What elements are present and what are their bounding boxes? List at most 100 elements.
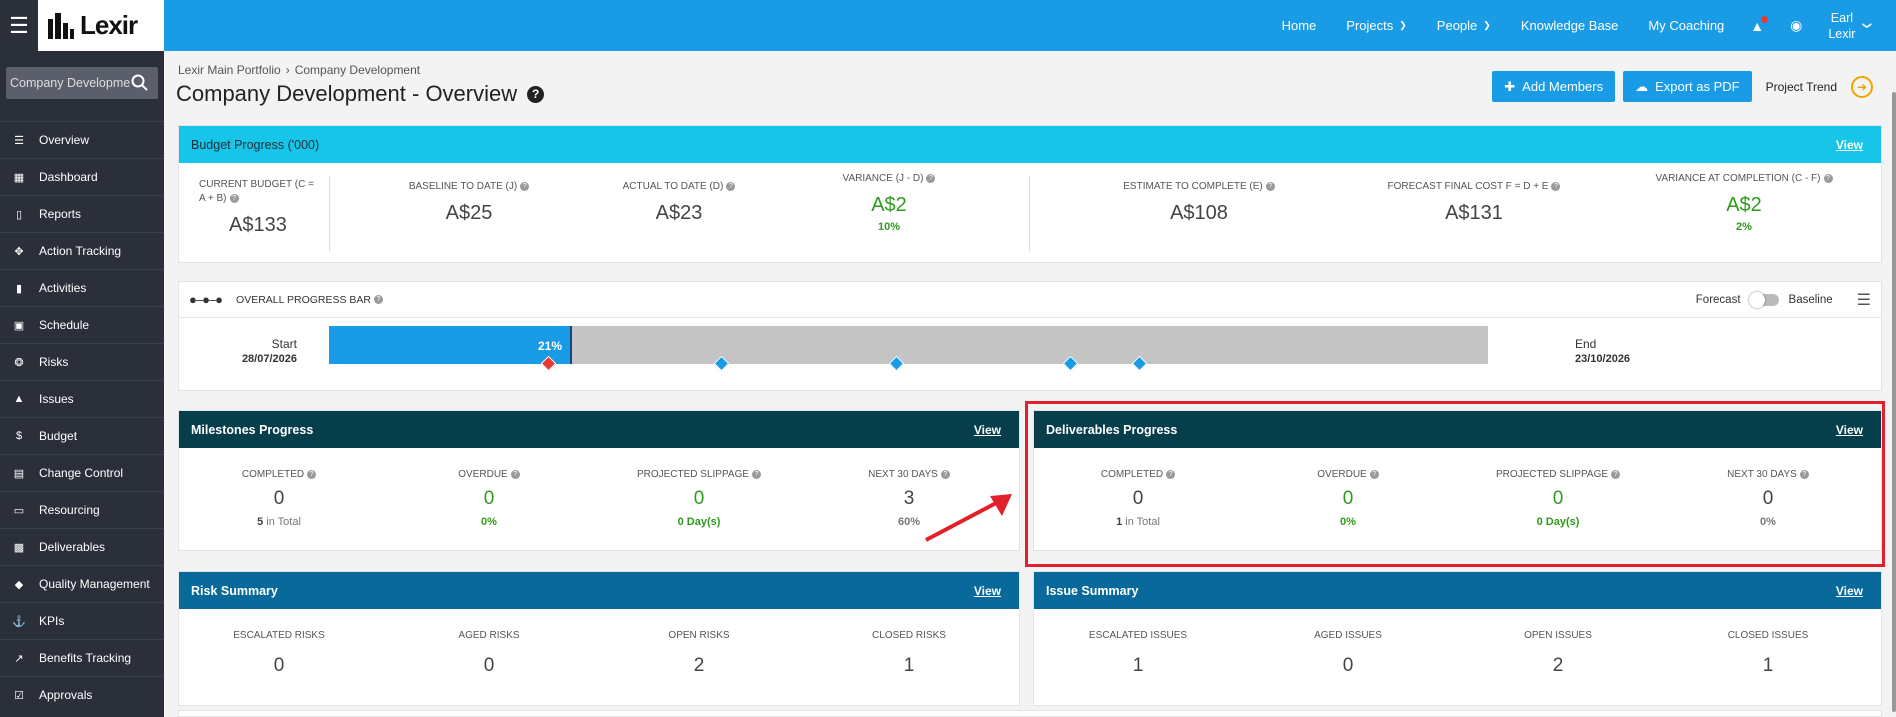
- sidebar-item-kpis[interactable]: ⚓ KPIs: [0, 602, 164, 639]
- building-logo-icon: [48, 12, 74, 39]
- menu-icon[interactable]: ☰: [1857, 290, 1871, 310]
- sidebar-item-schedule[interactable]: ▣ Schedule: [0, 306, 164, 343]
- nav-home-label: Home: [1281, 18, 1317, 33]
- start-label: Start: [271, 337, 297, 351]
- info-icon[interactable]: ?: [940, 470, 950, 479]
- sidebar-item-label: Risks: [39, 355, 69, 369]
- info-icon[interactable]: ?: [726, 182, 736, 191]
- sidebar-item-approvals[interactable]: ☑ Approvals: [0, 676, 164, 713]
- sidebar-item-dashboard[interactable]: ▦ Dashboard: [0, 158, 164, 195]
- nav-people[interactable]: People ❯: [1437, 18, 1491, 33]
- scrollbar[interactable]: [1892, 92, 1896, 712]
- milestones-completed-value: 0: [273, 488, 285, 509]
- info-icon[interactable]: ?: [229, 194, 239, 203]
- current-budget-cell: CURRENT BUDGET (C = A + B)? A$133: [199, 178, 319, 237]
- escalated-risks-label: ESCALATED RISKS: [233, 630, 325, 641]
- forecast-baseline-toggle[interactable]: [1748, 291, 1779, 308]
- project-search-input[interactable]: [6, 76, 130, 90]
- issue-summary-title: Issue Summary: [1046, 583, 1139, 598]
- arrow-right-circle-icon[interactable]: ➜: [1851, 75, 1873, 98]
- divider: [1029, 176, 1030, 252]
- info-icon[interactable]: ?: [307, 470, 317, 479]
- help-icon[interactable]: ?: [527, 85, 545, 103]
- estimate-to-complete-label: ESTIMATE TO COMPLETE (E)?: [1079, 180, 1319, 194]
- risk-view-link[interactable]: View: [974, 584, 1001, 598]
- hamburger-menu-icon[interactable]: ☰: [0, 0, 38, 51]
- sidebar-item-risks[interactable]: ❂ Risks: [0, 343, 164, 380]
- info-icon[interactable]: ?: [926, 174, 936, 183]
- divider: [329, 176, 330, 252]
- forecast-baseline-switch: Forecast Baseline ☰: [1696, 290, 1871, 310]
- add-members-button[interactable]: ✚ Add Members: [1492, 71, 1616, 102]
- sidebar-item-deliverables[interactable]: ▩ Deliverables: [0, 528, 164, 565]
- info-icon[interactable]: ?: [752, 470, 762, 479]
- sidebar-item-overview[interactable]: ☰ Overview: [0, 121, 164, 158]
- budget-view-link[interactable]: View: [1836, 138, 1863, 152]
- sidebar-item-reports[interactable]: ▯ Reports: [0, 195, 164, 232]
- escalated-issues-value: 1: [1132, 655, 1144, 676]
- sidebar-item-label: Activities: [39, 281, 87, 295]
- sidebar-item-label: Schedule: [39, 318, 90, 332]
- sidebar-item-change-control[interactable]: ▤ Change Control: [0, 454, 164, 491]
- calendar-icon: ▣: [13, 319, 25, 332]
- top-bar: ☰ Lexir Home Projects ❯ People ❯ Knowledge…: [0, 0, 1896, 51]
- current-budget-value: A$133: [229, 214, 287, 236]
- risk-summary-title: Risk Summary: [191, 583, 278, 598]
- actual-to-date-label: ACTUAL TO DATE (D)?: [579, 180, 779, 194]
- nav-knowledge-base[interactable]: Knowledge Base: [1521, 18, 1619, 33]
- actual-to-date-label-text: ACTUAL TO DATE (D): [622, 181, 724, 192]
- info-icon[interactable]: ?: [1823, 174, 1833, 183]
- baseline-to-date-label-text: BASELINE TO DATE (J): [408, 181, 518, 192]
- add-user-icon: ✚: [1504, 78, 1516, 94]
- breadcrumb-separator: ›: [285, 63, 290, 77]
- budget-progress-header: Budget Progress ('000) View: [179, 126, 1881, 163]
- variance-cell: VARIANCE (J - D)? A$2 10%: [789, 172, 989, 233]
- top-nav: Home Projects ❯ People ❯ Knowledge Base My…: [1252, 0, 1873, 51]
- logo[interactable]: Lexir: [38, 0, 164, 51]
- info-icon[interactable]: ?: [510, 470, 520, 479]
- current-budget-label-text: CURRENT BUDGET (C = A + B): [199, 179, 314, 204]
- nav-my-coaching[interactable]: My Coaching: [1648, 18, 1724, 33]
- variance-at-completion-label-text: VARIANCE AT COMPLETION (C - F): [1655, 173, 1821, 184]
- sidebar-item-resourcing[interactable]: ▭ Resourcing: [0, 491, 164, 528]
- milestones-progress-header: Milestones Progress View: [179, 411, 1019, 448]
- baseline-to-date-cell: BASELINE TO DATE (J)? A$25: [369, 180, 569, 225]
- milestones-completed-cell: COMPLETED? 0 5 in Total: [179, 469, 379, 528]
- milestones-view-link[interactable]: View: [974, 423, 1001, 437]
- user-menu[interactable]: Earl Lexir: [1828, 10, 1855, 42]
- globe-icon[interactable]: ◉: [1790, 17, 1802, 34]
- breadcrumb-portfolio[interactable]: Lexir Main Portfolio: [178, 63, 281, 77]
- info-icon[interactable]: ?: [1551, 182, 1561, 191]
- tag-icon: ◆: [14, 578, 24, 591]
- issue-view-link[interactable]: View: [1836, 584, 1863, 598]
- sidebar-item-label: Issues: [39, 392, 74, 406]
- start-date: 28/07/2026: [241, 353, 297, 365]
- export-pdf-label: Export as PDF: [1655, 79, 1740, 94]
- closed-risks-cell: CLOSED RISKS 1: [809, 630, 1009, 677]
- anchor-icon: ⚓: [12, 615, 26, 628]
- info-icon[interactable]: ?: [1265, 182, 1275, 191]
- notification-bell-icon[interactable]: ▲: [1750, 15, 1769, 34]
- next-panel-edge: [178, 710, 1882, 717]
- info-icon[interactable]: ?: [520, 182, 530, 191]
- sidebar-item-quality-management[interactable]: ◆ Quality Management: [0, 565, 164, 602]
- overall-progress-header: ●–●–● OVERALL PROGRESS BAR? Forecast Bas…: [179, 282, 1881, 318]
- nav-home[interactable]: Home: [1282, 18, 1317, 33]
- sidebar-item-budget[interactable]: $ Budget: [0, 417, 164, 454]
- sidebar-item-benefits-tracking[interactable]: ↗ Benefits Tracking: [0, 639, 164, 676]
- bar-chart-icon: ▯: [15, 208, 23, 221]
- chevron-down-icon[interactable]: ❯: [1862, 22, 1873, 30]
- search-icon[interactable]: [130, 73, 150, 93]
- user-first-name: Earl: [1830, 10, 1854, 25]
- nav-projects[interactable]: Projects ❯: [1346, 18, 1407, 33]
- export-pdf-button[interactable]: ☁ Export as PDF: [1623, 71, 1752, 102]
- info-icon[interactable]: ?: [374, 295, 384, 304]
- sidebar-item-issues[interactable]: ▲ Issues: [0, 380, 164, 417]
- baseline-label: Baseline: [1788, 293, 1833, 306]
- sidebar-item-activities[interactable]: ▮ Activities: [0, 269, 164, 306]
- escalated-risks-value: 0: [273, 655, 285, 676]
- variance-at-completion-cell: VARIANCE AT COMPLETION (C - F)? A$2 2%: [1619, 172, 1869, 233]
- sidebar-item-action-tracking[interactable]: ✥ Action Tracking: [0, 232, 164, 269]
- check-square-icon: ☑: [14, 689, 24, 702]
- dashboard-icon: ▦: [13, 171, 25, 184]
